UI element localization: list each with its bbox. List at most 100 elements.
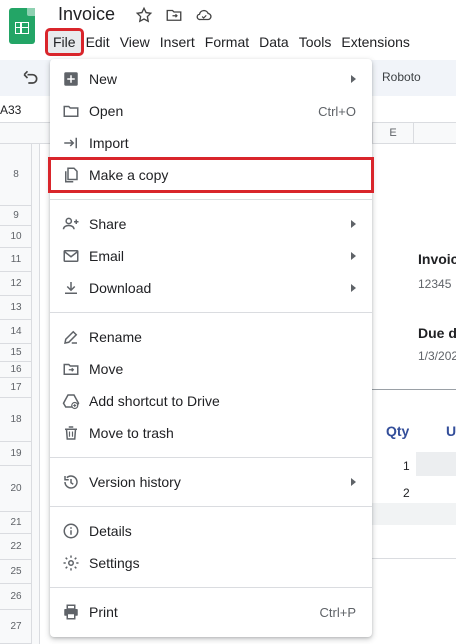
menu-item-label: Rename bbox=[89, 329, 142, 345]
row-header[interactable]: 9 bbox=[0, 206, 32, 226]
move-folder-icon bbox=[62, 360, 80, 378]
row-header[interactable]: 22 bbox=[0, 534, 32, 560]
menu-bar: File Edit View Insert Format Data Tools … bbox=[45, 28, 415, 56]
menu-extensions[interactable]: Extensions bbox=[336, 31, 414, 53]
menu-item-move-to-trash[interactable]: Move to trash bbox=[50, 417, 372, 449]
menu-item-email[interactable]: Email bbox=[50, 240, 372, 272]
person-add-icon bbox=[62, 215, 80, 233]
import-icon bbox=[62, 134, 80, 152]
menu-view[interactable]: View bbox=[115, 31, 155, 53]
star-icon[interactable] bbox=[135, 6, 153, 24]
menu-item-label: Version history bbox=[89, 474, 181, 490]
mail-icon bbox=[62, 247, 80, 265]
row-header[interactable]: 14 bbox=[0, 320, 32, 344]
sheets-logo-icon[interactable] bbox=[9, 8, 35, 44]
menu-item-download[interactable]: Download bbox=[50, 272, 372, 304]
menu-format[interactable]: Format bbox=[200, 31, 254, 53]
menu-divider bbox=[50, 506, 372, 507]
menu-divider bbox=[50, 199, 372, 200]
undo-icon[interactable] bbox=[20, 68, 40, 88]
shortcut-label: Ctrl+O bbox=[318, 103, 356, 119]
submenu-arrow-icon bbox=[351, 220, 356, 228]
menu-tools[interactable]: Tools bbox=[294, 31, 337, 53]
row-header[interactable]: 27 bbox=[0, 610, 32, 644]
cloud-saved-icon[interactable] bbox=[195, 6, 213, 24]
menu-item-label: Download bbox=[89, 280, 152, 296]
app-header: Invoice File Edit View Insert Format Dat… bbox=[0, 0, 456, 60]
row-header[interactable]: 16 bbox=[0, 362, 32, 378]
due-date-label: Due date bbox=[418, 325, 456, 341]
table-row-band bbox=[372, 452, 456, 476]
menu-divider bbox=[50, 587, 372, 588]
copy-icon bbox=[62, 166, 80, 184]
menu-item-share[interactable]: Share bbox=[50, 208, 372, 240]
shortcut-label: Ctrl+P bbox=[319, 604, 356, 620]
separator-line bbox=[372, 389, 456, 390]
row-header[interactable]: 19 bbox=[0, 442, 32, 466]
menu-item-label: Move bbox=[89, 361, 124, 377]
file-menu: New Open Ctrl+O Import Make a copy Share… bbox=[48, 59, 374, 637]
drive-shortcut-icon bbox=[62, 392, 80, 410]
table-bottom-line bbox=[372, 558, 456, 559]
qty-header: Qty bbox=[386, 423, 410, 439]
menu-item-print[interactable]: Print Ctrl+P bbox=[50, 596, 372, 628]
menu-item-label: Print bbox=[89, 604, 118, 620]
pencil-icon bbox=[62, 328, 80, 346]
menu-item-label: Share bbox=[89, 216, 127, 232]
row-header-gutter bbox=[32, 144, 40, 644]
invoice-label: Invoice bbox=[418, 251, 456, 267]
qty-value: 2 bbox=[403, 486, 410, 500]
menu-item-label: Details bbox=[89, 523, 132, 539]
menu-data[interactable]: Data bbox=[254, 31, 294, 53]
due-date-value: 1/3/2023 bbox=[418, 349, 456, 363]
menu-item-label: Import bbox=[89, 135, 129, 151]
invoice-number: 12345 bbox=[418, 277, 452, 291]
row-header[interactable]: 8 bbox=[0, 144, 32, 206]
menu-item-make-a-copy[interactable]: Make a copy bbox=[48, 157, 374, 193]
menu-item-move[interactable]: Move bbox=[50, 353, 372, 385]
menu-insert[interactable]: Insert bbox=[155, 31, 200, 53]
row-header[interactable]: 10 bbox=[0, 226, 32, 248]
menu-file[interactable]: File bbox=[45, 28, 84, 56]
row-header[interactable]: 17 bbox=[0, 378, 32, 398]
menu-edit[interactable]: Edit bbox=[81, 31, 115, 53]
document-title[interactable]: Invoice bbox=[58, 4, 115, 25]
trash-icon bbox=[62, 424, 80, 442]
move-to-folder-icon[interactable] bbox=[165, 6, 183, 24]
column-header-e[interactable]: E bbox=[372, 122, 414, 144]
history-icon bbox=[62, 473, 80, 491]
menu-item-rename[interactable]: Rename bbox=[50, 321, 372, 353]
row-header[interactable]: 26 bbox=[0, 584, 32, 610]
row-header[interactable]: 20 bbox=[0, 466, 32, 512]
menu-item-import[interactable]: Import bbox=[50, 127, 372, 159]
table-row-band bbox=[372, 503, 456, 525]
row-header[interactable]: 15 bbox=[0, 344, 32, 362]
menu-item-label: Move to trash bbox=[89, 425, 174, 441]
row-header[interactable]: 12 bbox=[0, 272, 32, 296]
menu-item-label: New bbox=[89, 71, 118, 87]
menu-item-version-history[interactable]: Version history bbox=[50, 466, 372, 498]
row-header[interactable]: 11 bbox=[0, 248, 32, 272]
menu-item-settings[interactable]: Settings bbox=[50, 547, 372, 579]
submenu-arrow-icon bbox=[351, 252, 356, 260]
title-icons bbox=[135, 6, 213, 24]
row-header[interactable]: 18 bbox=[0, 398, 32, 442]
menu-divider bbox=[50, 312, 372, 313]
menu-item-label: Settings bbox=[89, 555, 140, 571]
gear-icon bbox=[62, 554, 80, 572]
row-header[interactable]: 21 bbox=[0, 512, 32, 534]
menu-item-add-shortcut[interactable]: Add shortcut to Drive bbox=[50, 385, 372, 417]
font-selector[interactable]: Roboto bbox=[382, 70, 421, 84]
submenu-arrow-icon bbox=[351, 75, 356, 83]
row-header[interactable]: 13 bbox=[0, 296, 32, 320]
menu-item-details[interactable]: Details bbox=[50, 515, 372, 547]
menu-item-new[interactable]: New bbox=[50, 63, 372, 95]
menu-item-label: Open bbox=[89, 103, 124, 119]
menu-item-label: Add shortcut to Drive bbox=[89, 393, 220, 409]
row-header[interactable]: 25 bbox=[0, 560, 32, 584]
menu-item-label: Make a copy bbox=[89, 167, 169, 183]
submenu-arrow-icon bbox=[351, 478, 356, 486]
menu-item-open[interactable]: Open Ctrl+O bbox=[50, 95, 372, 127]
download-icon bbox=[62, 279, 80, 297]
printer-icon bbox=[62, 603, 80, 621]
